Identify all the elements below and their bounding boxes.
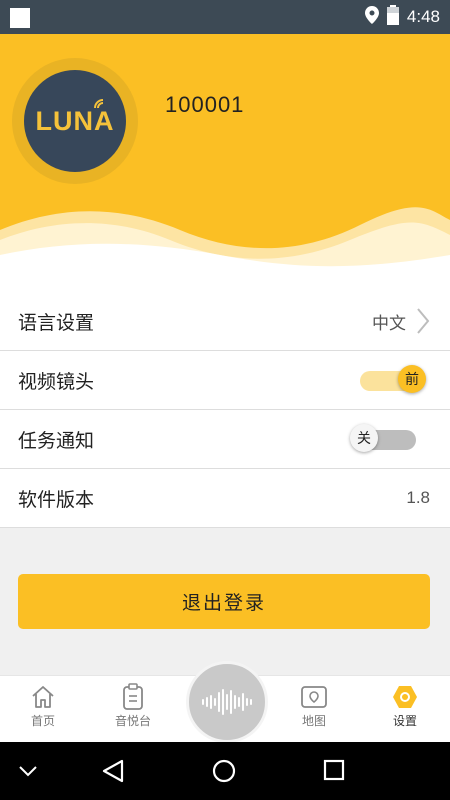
version-label: 软件版本	[18, 488, 95, 511]
chevron-down-icon[interactable]	[18, 764, 38, 778]
version-value: 1.8	[406, 488, 430, 507]
camera-setting-row: 视频镜头 前	[0, 351, 450, 410]
home-button-icon[interactable]	[211, 758, 237, 784]
clipboard-icon	[93, 682, 173, 712]
nav-map-label: 地图	[301, 714, 326, 728]
home-icon	[3, 682, 83, 712]
nav-home[interactable]: 首页	[3, 682, 83, 729]
notification-toggle-knob: 关	[350, 424, 378, 452]
language-label: 语言设置	[18, 311, 95, 334]
waveform-icon	[202, 689, 252, 715]
wave-decoration	[0, 207, 450, 270]
logo-text: LUNA	[35, 105, 115, 136]
avatar-logo: LUNA	[24, 70, 126, 172]
location-icon	[364, 6, 379, 28]
nav-settings-label: 设置	[392, 714, 417, 728]
camera-toggle-knob: 前	[398, 365, 426, 393]
recents-icon[interactable]	[322, 758, 346, 782]
settings-icon	[365, 682, 445, 712]
language-setting-row[interactable]: 语言设置 中文	[0, 292, 450, 351]
camera-toggle[interactable]: 前	[360, 365, 426, 393]
voice-button[interactable]	[186, 661, 268, 743]
notification-icon	[10, 8, 30, 28]
user-id: 100001	[165, 92, 245, 117]
nav-music[interactable]: 音悦台	[93, 682, 173, 729]
notification-label: 任务通知	[18, 429, 95, 452]
signal-icon	[93, 98, 103, 108]
back-icon[interactable]	[100, 758, 126, 784]
camera-label: 视频镜头	[18, 370, 95, 393]
nav-settings[interactable]: 设置	[365, 682, 445, 729]
battery-icon	[386, 5, 399, 29]
logout-button[interactable]: 退出登录	[18, 574, 430, 629]
system-nav-bar	[0, 742, 450, 800]
nav-music-label: 音悦台	[114, 714, 151, 728]
nav-home-label: 首页	[30, 714, 55, 728]
map-icon	[274, 682, 354, 712]
clock: 4:48	[406, 7, 440, 26]
chevron-right-icon	[417, 308, 430, 334]
notification-setting-row: 任务通知 关	[0, 410, 450, 469]
settings-list: 语言设置 中文 视频镜头 前 任务通知 关 软件版本 1.8	[0, 270, 450, 528]
nav-map[interactable]: 地图	[274, 682, 354, 729]
profile-header: LUNA 100001	[0, 34, 450, 270]
version-row: 软件版本 1.8	[0, 469, 450, 528]
status-bar: 4:48	[0, 0, 450, 34]
notification-toggle[interactable]: 关	[350, 424, 416, 452]
avatar[interactable]: LUNA	[12, 58, 138, 184]
language-value: 中文	[372, 313, 406, 334]
